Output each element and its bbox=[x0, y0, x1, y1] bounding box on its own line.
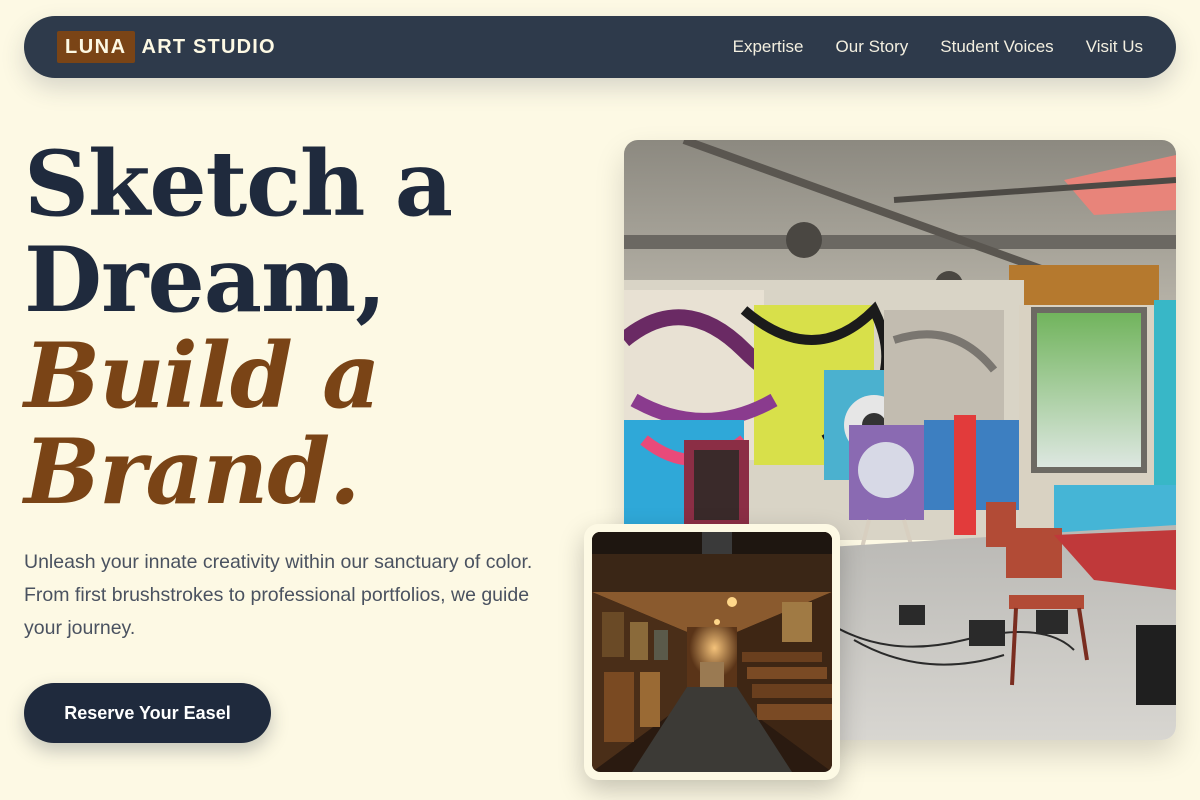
nav-link-student-voices[interactable]: Student Voices bbox=[940, 37, 1053, 57]
nav-menu: Expertise Our Story Student Voices Visit… bbox=[733, 37, 1143, 57]
brand-logo[interactable]: LUNA ART STUDIO bbox=[57, 31, 276, 63]
nav-link-expertise[interactable]: Expertise bbox=[733, 37, 804, 57]
nav-link-our-story[interactable]: Our Story bbox=[836, 37, 909, 57]
logo-box: LUNA bbox=[57, 31, 135, 63]
hero-headline: Sketch a Dream, Build a Brand. bbox=[24, 131, 453, 525]
logo-text: ART STUDIO bbox=[141, 35, 276, 58]
hero-description: Unleash your innate creativity within ou… bbox=[24, 551, 533, 639]
top-nav: LUNA ART STUDIO Expertise Our Story Stud… bbox=[24, 16, 1176, 78]
headline-line-3: Build a bbox=[24, 323, 380, 429]
headline-line-2: Dream, bbox=[24, 227, 387, 333]
inset-photo-frame bbox=[584, 524, 840, 780]
headline-line-1: Sketch a bbox=[24, 131, 453, 237]
reserve-easel-button[interactable]: Reserve Your Easel bbox=[24, 683, 271, 743]
headline-line-4: Brand. bbox=[24, 419, 361, 525]
nav-link-visit-us[interactable]: Visit Us bbox=[1086, 37, 1143, 57]
gallery-hallway-photo bbox=[592, 532, 832, 772]
